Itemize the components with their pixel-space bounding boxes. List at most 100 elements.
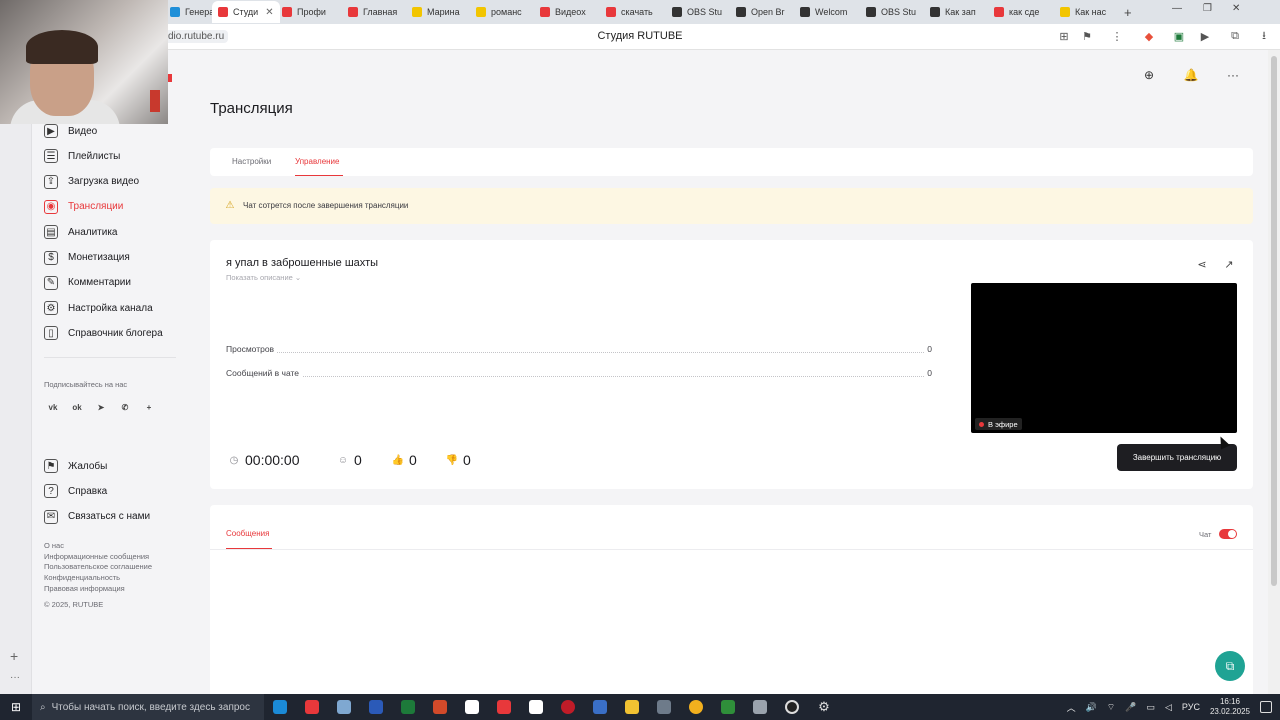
browser-tab[interactable]: Как нас	[1054, 1, 1118, 23]
notifications-center-icon[interactable]	[1260, 701, 1272, 713]
browser-tab[interactable]: Профи	[276, 1, 340, 23]
page-scrollbar[interactable]	[1268, 50, 1280, 694]
battery-icon[interactable]: ▭	[1146, 702, 1155, 713]
chrome-app-icon[interactable]	[680, 694, 712, 720]
more-icon[interactable]: ···	[10, 672, 20, 683]
tab-management[interactable]: Управление	[295, 157, 339, 166]
download-icon[interactable]: ⭳	[1257, 29, 1271, 43]
settings-app-icon[interactable]: ⚙	[808, 694, 840, 720]
opera-app-icon[interactable]	[552, 694, 584, 720]
media-icon[interactable]: ▶	[1198, 29, 1212, 43]
notifications-icon[interactable]: 🔔	[1182, 66, 1200, 84]
social-viber-icon[interactable]: ✆	[118, 400, 132, 414]
browser-tab[interactable]: скачать	[600, 1, 664, 23]
browser-tab[interactable]: Как зап	[924, 1, 988, 23]
extension-icon[interactable]: ▣	[1172, 29, 1186, 43]
sidebar-item[interactable]: ⚙ Настройка канала	[44, 298, 153, 318]
sidebar-item[interactable]: $ Монетизация	[44, 248, 130, 268]
shield-icon[interactable]: ◆	[1142, 29, 1156, 43]
network-icon[interactable]: ⌔	[1107, 702, 1115, 713]
translate-icon[interactable]: ⊞	[1057, 29, 1071, 43]
footer-link[interactable]: О нас	[44, 541, 64, 550]
support-chat-button[interactable]: ⧉	[1215, 651, 1245, 681]
social-tg-icon[interactable]: ➤	[94, 400, 108, 414]
explorer-app-icon[interactable]	[616, 694, 648, 720]
thumbs-up-icon: 👍	[391, 454, 405, 466]
sidebar-item[interactable]: ☰ Плейлисты	[44, 146, 120, 166]
file-app-icon[interactable]	[328, 694, 360, 720]
powerpoint-app-icon[interactable]	[424, 694, 456, 720]
browser-tab[interactable]: Welcom	[794, 1, 858, 23]
sidebar-item[interactable]: ▶ Видео	[44, 121, 97, 141]
speaker-icon[interactable]: ◁	[1165, 702, 1172, 713]
sidebar-item[interactable]: ◉ Трансляции	[44, 197, 123, 217]
end-stream-button[interactable]: Завершить трансляцию	[1117, 444, 1237, 471]
open-external-icon[interactable]: ↗	[1222, 257, 1236, 271]
document-app-icon[interactable]	[456, 694, 488, 720]
browser-tab[interactable]: OBS Stu	[666, 1, 730, 23]
new-tab-icon[interactable]: +	[1124, 5, 1132, 20]
tray-chevron-icon[interactable]: ︿	[1067, 701, 1076, 714]
share-icon[interactable]: ⋖	[1195, 257, 1209, 271]
sidebar-item[interactable]: ▯ Справочник блогера	[44, 323, 163, 343]
social-ok-icon[interactable]: ok	[70, 400, 84, 414]
sidebar-item[interactable]: ▤ Аналитика	[44, 222, 118, 242]
tab-settings[interactable]: Настройки	[232, 157, 271, 166]
social-more-icon[interactable]: +	[142, 400, 156, 414]
add-panel-icon[interactable]: +	[10, 648, 18, 664]
taskbar-search[interactable]: ⌕ Чтобы начать поиск, введите здесь запр…	[32, 694, 264, 720]
close-window-icon[interactable]: ✕	[1232, 3, 1240, 14]
sidebar-item[interactable]: ✎ Комментарии	[44, 273, 131, 293]
footer-link[interactable]: Информационные сообщения	[44, 552, 149, 561]
tab-favicon-icon	[736, 7, 746, 17]
tab-label: Welcom	[815, 7, 848, 17]
word-app-icon[interactable]	[360, 694, 392, 720]
restore-icon[interactable]: ❐	[1203, 3, 1212, 14]
yandex-app-icon[interactable]	[488, 694, 520, 720]
tab-label: Как нас	[1075, 7, 1107, 17]
add-content-icon[interactable]: ⊕	[1140, 66, 1158, 84]
bookmark-icon[interactable]: ⚑	[1080, 29, 1094, 43]
obs-app-icon[interactable]	[776, 694, 808, 720]
sidebar-icon[interactable]: ⧉	[1228, 29, 1242, 43]
clock[interactable]: 16:16 23.02.2025	[1210, 697, 1250, 717]
browser-tab[interactable]: романс	[470, 1, 534, 23]
mic-icon[interactable]: 🎤	[1125, 702, 1136, 713]
tab-messages[interactable]: Сообщения	[226, 529, 269, 538]
window-app-icon[interactable]	[744, 694, 776, 720]
browser-tab[interactable]: Марина	[406, 1, 470, 23]
menu-dots-icon[interactable]: ⋮	[1110, 29, 1124, 43]
show-description-link[interactable]: Показать описание ⌄	[226, 273, 301, 282]
volume-icon[interactable]: 🔊	[1086, 702, 1097, 713]
calendar-app-icon[interactable]	[584, 694, 616, 720]
sidebar-item[interactable]: ⚑ Жалобы	[44, 456, 107, 476]
footer-link[interactable]: Правовая информация	[44, 584, 125, 593]
browser-tab[interactable]: Студи ✕	[212, 1, 280, 23]
zl-app-icon[interactable]	[712, 694, 744, 720]
browser-tab[interactable]: Open Br	[730, 1, 794, 23]
browser-tab[interactable]: OBS Stu	[860, 1, 924, 23]
excel-app-icon[interactable]	[392, 694, 424, 720]
yandex-browser-app-icon[interactable]	[296, 694, 328, 720]
social-vk-icon[interactable]: vk	[46, 400, 60, 414]
stat-chat-messages: Сообщений в чате 0	[226, 368, 932, 380]
browser-tab[interactable]: как сде	[988, 1, 1052, 23]
sidebar-item[interactable]: ✉ Связаться с нами	[44, 507, 150, 527]
footer-link[interactable]: Конфиденциальность	[44, 573, 120, 582]
sidebar-item[interactable]: ⇪ Загрузка видео	[44, 172, 139, 192]
tab-close-icon[interactable]: ✕	[265, 7, 273, 18]
minimize-icon[interactable]: —	[1172, 3, 1182, 14]
sidebar-item[interactable]: ? Справка	[44, 481, 107, 501]
windows-start-icon[interactable]: ⊞	[0, 694, 32, 720]
user-menu-icon[interactable]: ···	[1224, 66, 1242, 84]
browser-tab[interactable]: Главная	[342, 1, 406, 23]
edge-app-icon[interactable]	[264, 694, 296, 720]
browser-tab[interactable]: Видеох	[534, 1, 598, 23]
notepad-app-icon[interactable]	[520, 694, 552, 720]
webcam-overlay	[0, 0, 168, 124]
stream-preview-player[interactable]: В эфире	[971, 283, 1237, 433]
shield-app-icon[interactable]	[648, 694, 680, 720]
language-indicator[interactable]: РУС	[1182, 702, 1200, 712]
footer-link[interactable]: Пользовательское соглашение	[44, 562, 152, 571]
chat-toggle[interactable]	[1219, 529, 1237, 539]
